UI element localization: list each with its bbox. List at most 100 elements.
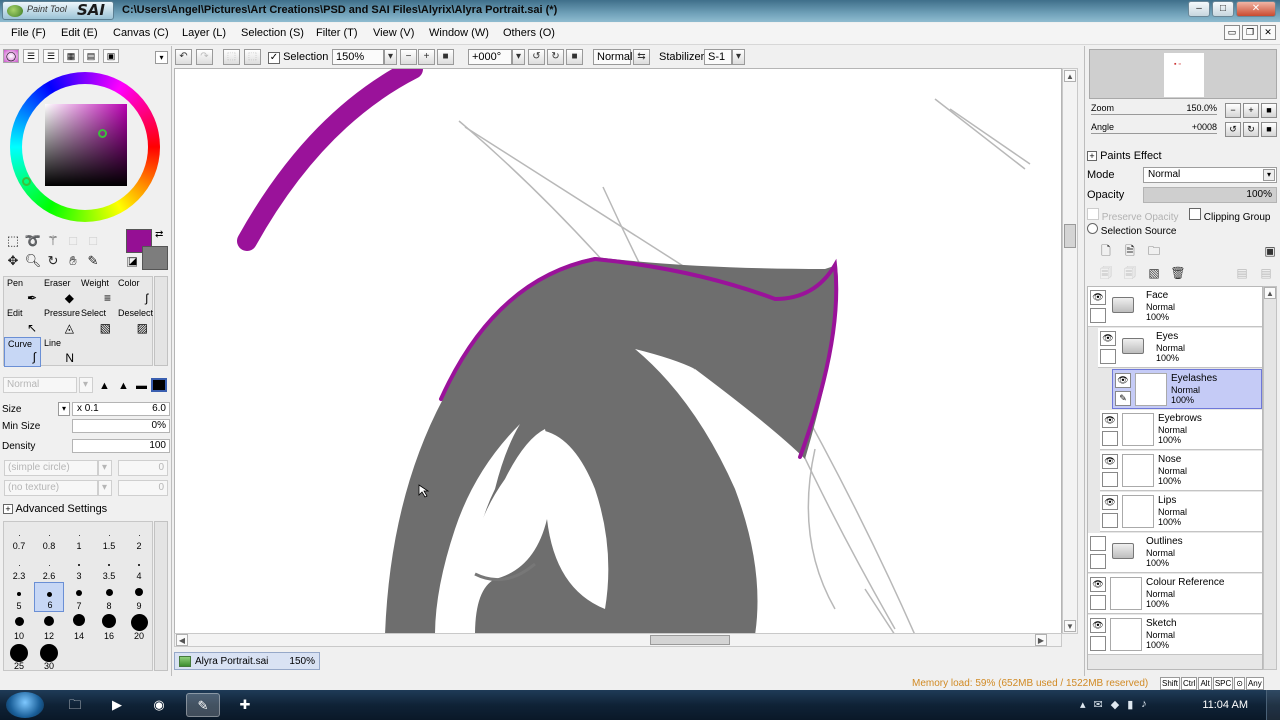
brush-size-cell[interactable]: 25 [4, 642, 34, 672]
brush-size-cell[interactable]: 30 [34, 642, 64, 672]
clipping-group-checkbox[interactable] [1189, 208, 1201, 220]
tool-select[interactable]: Select ▧ [78, 307, 115, 337]
tool-color[interactable]: Color ʃ [115, 277, 152, 307]
transparent-color-icon[interactable]: ◪ [127, 257, 137, 267]
brush-size-cell[interactable]: 16 [94, 612, 124, 642]
zoom-out-icon[interactable]: − [400, 49, 417, 65]
zoom-dropdown-icon[interactable]: ▾ [384, 49, 397, 65]
layer-visibility-eye-icon[interactable]: 👁︎ [1100, 331, 1116, 346]
brush-size-cell[interactable]: 20 [124, 612, 154, 642]
taskbar-clock[interactable]: 11:04 AM [1202, 699, 1248, 711]
brush-texture-select[interactable]: (no texture) [4, 480, 98, 496]
layer-item[interactable]: 👁︎ Eyebrows Normal 100% [1100, 410, 1262, 450]
swap-colors-icon[interactable]: ⇄ [155, 229, 163, 240]
user-colors-icon[interactable]: ▣ [103, 49, 119, 63]
mode-dropdown-icon[interactable]: ▾ [1263, 169, 1275, 181]
brush-texture-dropdown-icon[interactable]: ▾ [98, 480, 112, 496]
brush-size-cell[interactable]: 14 [64, 612, 94, 642]
menu-selection[interactable]: Selection (S) [241, 27, 304, 39]
zoom-field[interactable]: 150% [332, 49, 384, 65]
menu-view[interactable]: View (V) [373, 27, 414, 39]
navigator-preview[interactable]: ▪ ▫ [1089, 49, 1277, 99]
nav-zoom-in-icon[interactable]: + [1243, 103, 1259, 118]
doc-close-icon[interactable]: ✕ [1260, 25, 1276, 40]
density-slider[interactable]: 100 [72, 439, 170, 453]
scratchpad-icon[interactable]: ▤ [83, 49, 99, 63]
brush-size-cell[interactable]: 1 [64, 522, 94, 552]
panel-dropdown-icon[interactable]: ▾ [155, 51, 168, 64]
nav-zoom-track[interactable] [1091, 114, 1217, 115]
layer-opacity-slider[interactable]: 100% [1143, 187, 1277, 203]
layer-visibility-eye-icon[interactable]: 👁︎ [1090, 618, 1106, 633]
layer-item[interactable]: 👁︎ Lips Normal 100% [1100, 492, 1262, 532]
move-icon[interactable]: ✥ [4, 252, 22, 270]
menu-file[interactable]: File (F) [11, 27, 46, 39]
scroll-down-icon[interactable]: ▼ [1064, 620, 1076, 632]
brush-blend-dropdown-icon[interactable]: ▾ [79, 377, 93, 393]
tool-grid-scrollbar[interactable] [154, 276, 168, 366]
tray-arrow-icon[interactable]: ▴ [1080, 698, 1086, 711]
explorer-taskbar-icon[interactable]: 🗀 [58, 693, 92, 717]
tool-edit[interactable]: Edit ↖ [4, 307, 41, 337]
layer-item[interactable]: 👁︎ ✎ Eyelashes Normal 100% [1112, 369, 1262, 409]
brush-edge-hard-icon[interactable]: ▲ [99, 380, 110, 392]
apply-mask-icon[interactable]: ▤ [1257, 264, 1275, 282]
tool-pen[interactable]: Pen ✒ [4, 277, 41, 307]
layer-item[interactable]: 👁︎ Colour Reference Normal 100% [1088, 574, 1262, 614]
brush-size-cell[interactable]: 3 [64, 552, 94, 582]
preserve-opacity-option[interactable]: Preserve Opacity [1087, 208, 1178, 223]
brush-edge-soft-icon[interactable]: ▲ [118, 380, 129, 392]
magic-wand-icon[interactable]: ⚚ [44, 232, 62, 250]
tray-mail-icon[interactable]: ✉ [1094, 698, 1103, 711]
undo-icon[interactable]: ↶ [175, 49, 192, 65]
preserve-opacity-checkbox[interactable] [1087, 208, 1099, 220]
flip-icon[interactable]: ⇆ [633, 49, 650, 65]
angle-dropdown-icon[interactable]: ▾ [512, 49, 525, 65]
menu-window[interactable]: Window (W) [429, 27, 489, 39]
brush-size-cell[interactable]: 0.8 [34, 522, 64, 552]
brush-shape-select[interactable]: (simple circle) [4, 460, 98, 476]
brush-size-cell[interactable]: 3.5 [94, 552, 124, 582]
menu-edit[interactable]: Edit (E) [61, 27, 98, 39]
brush-size-cell[interactable]: 7 [64, 582, 94, 612]
nav-rotate-cw-icon[interactable]: ↻ [1243, 122, 1259, 137]
doc-minimize-icon[interactable]: ▭ [1224, 25, 1240, 40]
invert-selection-icon[interactable]: ⬚ [244, 49, 261, 65]
rotate-ccw-icon[interactable]: ↺ [528, 49, 545, 65]
min-size-slider[interactable]: 0% [72, 419, 170, 433]
layer-visibility-eye-icon[interactable]: 👁︎ [1090, 577, 1106, 592]
scroll-left-icon[interactable]: ◀ [176, 634, 188, 646]
paint-tool-sai-taskbar-icon[interactable]: ✎ [186, 693, 220, 717]
lasso-icon[interactable]: ➰ [24, 232, 42, 250]
delete-layer-icon[interactable]: 🗑 [1169, 264, 1187, 282]
rgb-sliders-icon[interactable]: ☰ [23, 49, 39, 63]
scroll-up-icon[interactable]: ▲ [1064, 70, 1076, 82]
brush-size-cell[interactable]: 2.6 [34, 552, 64, 582]
close-button[interactable]: ✕ [1236, 1, 1276, 17]
media-player-taskbar-icon[interactable]: ▶ [100, 693, 134, 717]
layer-panel-options-icon[interactable]: ▣ [1261, 242, 1279, 260]
doc-restore-icon[interactable]: ❐ [1242, 25, 1258, 40]
start-button[interactable] [6, 692, 44, 718]
new-linework-layer-icon[interactable]: 🗎 [1121, 242, 1139, 260]
zoom-tool-icon[interactable]: 🔍︎ [24, 252, 42, 270]
layer-lock-checkbox[interactable] [1102, 472, 1118, 487]
selection-source-radio[interactable] [1087, 223, 1098, 234]
nav-rotate-reset-icon[interactable]: ■ [1261, 122, 1277, 137]
layer-list-scrollbar[interactable]: ▲ [1263, 286, 1277, 670]
menu-canvas[interactable]: Canvas (C) [113, 27, 169, 39]
layer-item[interactable]: 👁︎ Face Normal 100% [1088, 287, 1262, 327]
layer-visibility-eye-icon[interactable]: 👁︎ [1102, 413, 1118, 428]
brush-size-cell[interactable]: 8 [94, 582, 124, 612]
tool-deselect[interactable]: Deselect ▨ [115, 307, 153, 337]
layer-lock-checkbox[interactable] [1102, 431, 1118, 446]
layer-lock-checkbox[interactable] [1102, 513, 1118, 528]
nav-angle-track[interactable] [1091, 133, 1217, 134]
layer-scroll-up-icon[interactable]: ▲ [1264, 287, 1276, 299]
paints-effect-header[interactable]: + Paints Effect [1087, 150, 1162, 162]
layer-mask-icon[interactable]: ▤ [1233, 264, 1251, 282]
nav-zoom-reset-icon[interactable]: ■ [1261, 103, 1277, 118]
minimize-button[interactable]: – [1188, 1, 1210, 17]
brush-size-cell[interactable]: 0.7 [4, 522, 34, 552]
merge-layer-icon[interactable]: ▧ [1145, 264, 1163, 282]
